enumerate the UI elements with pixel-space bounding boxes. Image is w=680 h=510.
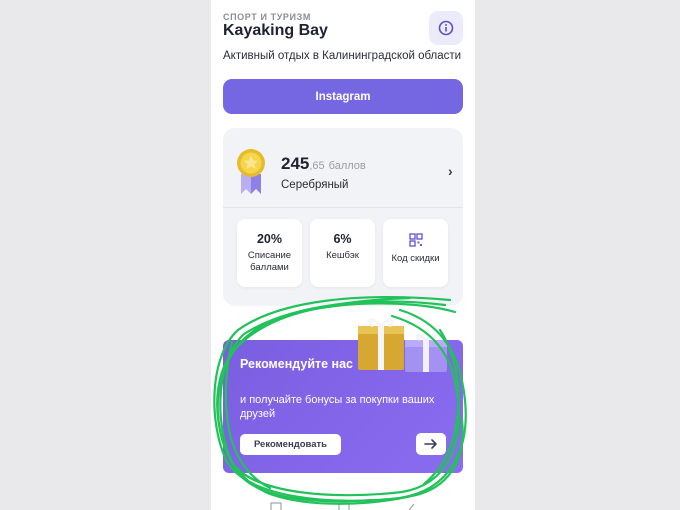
gift-boxes-illustration	[358, 318, 447, 372]
bottom-nav-bar	[270, 502, 415, 510]
recommend-button[interactable]: Рекомендовать	[240, 434, 341, 455]
page-title: Kayaking Bay	[223, 22, 328, 39]
points-fraction: ,65	[309, 160, 325, 172]
tile-cashback[interactable]: 6% Кешбэк	[310, 219, 375, 287]
tile-discount-code[interactable]: Код скидки	[383, 219, 448, 287]
tile-value: 20%	[256, 232, 283, 246]
tile-value: 6%	[333, 232, 352, 246]
phone-screen: СПОРТ И ТУРИЗМ Kayaking Bay Активный отд…	[211, 0, 475, 510]
business-description: Активный отдых в Калининградской области	[223, 50, 462, 62]
tile-label: Списание баллами	[247, 250, 292, 273]
info-button[interactable]	[429, 11, 463, 45]
divider	[223, 207, 463, 208]
tile-points-writeoff[interactable]: 20% Списание баллами	[237, 219, 302, 287]
points-unit: баллов	[328, 160, 366, 172]
tile-label: Код скидки	[391, 253, 440, 264]
loyalty-card[interactable]: 245 ,65 баллов Серебряный › 20% Списание…	[223, 128, 463, 306]
points-balance: 245 ,65 баллов	[281, 154, 366, 174]
qr-code-icon	[408, 233, 423, 247]
points-integer: 245	[281, 154, 310, 173]
info-icon	[438, 20, 454, 36]
medal-icon	[237, 149, 265, 194]
referral-arrow-button[interactable]	[416, 433, 446, 455]
loyalty-level: Серебряный	[281, 179, 349, 191]
tile-label: Кешбэк	[326, 250, 359, 261]
instagram-button[interactable]: Instagram	[223, 79, 463, 114]
referral-text: и получайте бонусы за покупки ваших друз…	[240, 394, 435, 420]
chevron-right-icon[interactable]: ›	[448, 163, 453, 179]
arrow-right-icon	[424, 439, 437, 449]
referral-title: Рекомендуйте нас	[240, 357, 354, 371]
category-label: СПОРТ И ТУРИЗМ	[223, 12, 311, 22]
